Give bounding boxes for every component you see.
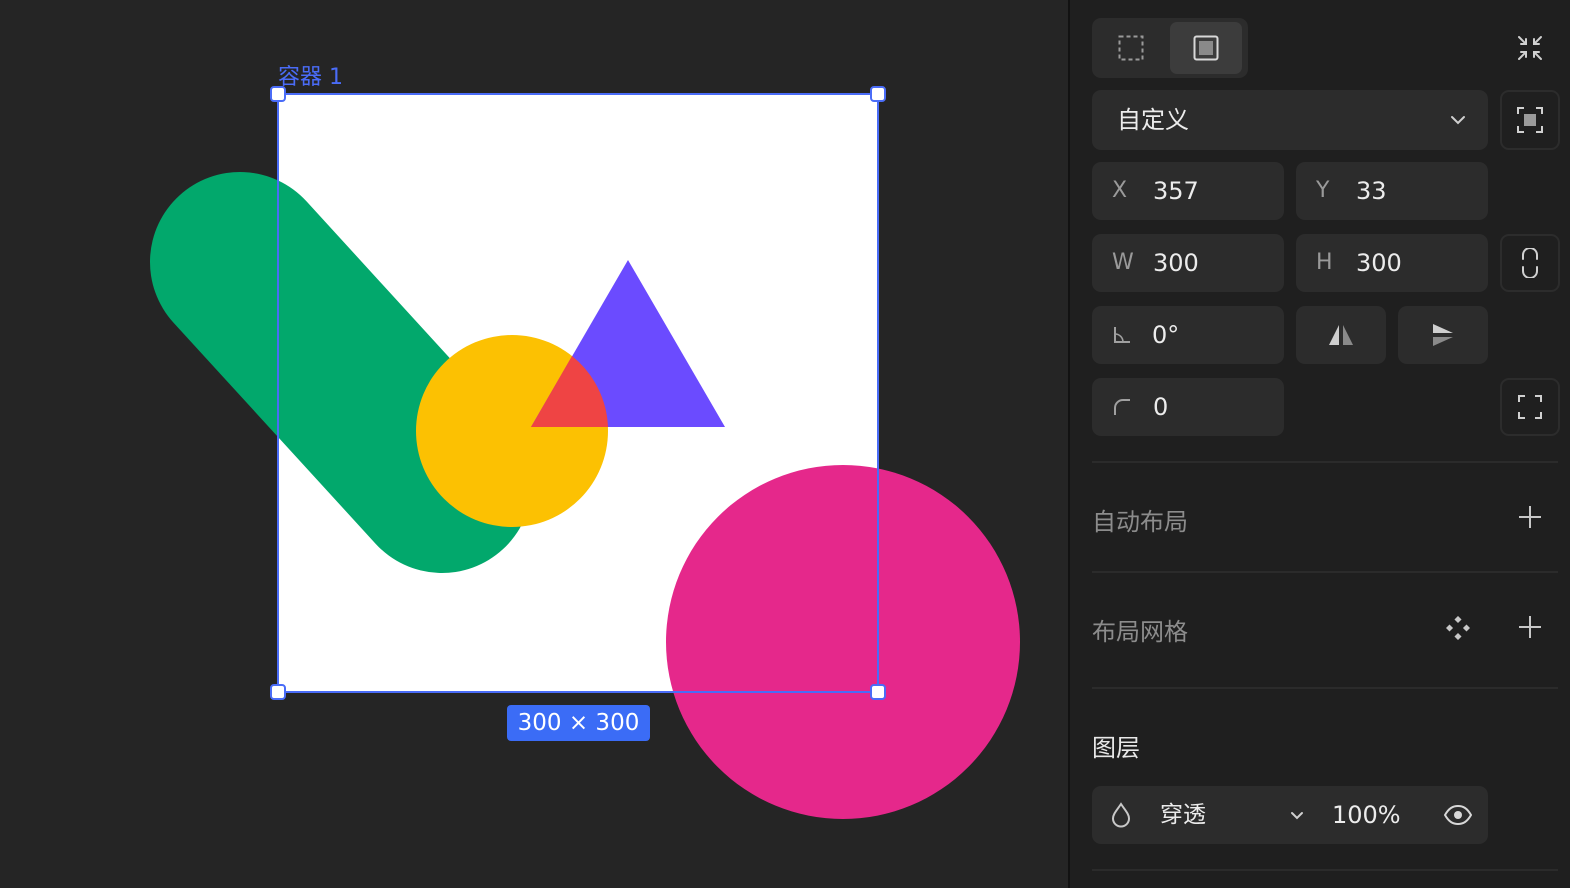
corner-radius-value: 0: [1153, 393, 1169, 421]
dashed-frame-icon: [1118, 35, 1144, 61]
rotation-field[interactable]: 0°: [1092, 306, 1284, 364]
add-layout-grid-icon[interactable]: [1518, 615, 1542, 639]
link-icon: [1522, 248, 1538, 278]
resize-handle-top-right[interactable]: [870, 86, 886, 102]
pink-circle-shape[interactable]: [666, 465, 1020, 819]
corners-icon: [1518, 395, 1542, 419]
section-divider: [1092, 869, 1558, 871]
flip-horizontal-button[interactable]: [1296, 306, 1386, 364]
size-preset-value: 自定义: [1117, 106, 1189, 134]
size-preset-dropdown[interactable]: 自定义: [1092, 90, 1488, 150]
layer-blend-row: 穿透 100%: [1092, 786, 1488, 844]
free-frame-toggle[interactable]: [1096, 22, 1166, 74]
y-value: 33: [1356, 177, 1387, 205]
fixed-frame-toggle[interactable]: [1170, 22, 1242, 74]
height-field[interactable]: H 300: [1296, 234, 1488, 292]
chevron-down-icon: [1451, 116, 1465, 125]
solid-frame-icon: [1193, 35, 1219, 61]
constrain-proportions-button[interactable]: [1500, 234, 1560, 292]
resize-handle-bottom-right[interactable]: [870, 684, 886, 700]
drop-icon: [1111, 802, 1131, 828]
w-label: W: [1112, 250, 1134, 275]
y-label: Y: [1316, 178, 1330, 203]
y-position-field[interactable]: Y 33: [1296, 162, 1488, 220]
layer-section-title: 图层: [1092, 734, 1140, 762]
h-value: 300: [1356, 249, 1402, 277]
blend-mode-dropdown[interactable]: 穿透: [1148, 786, 1318, 844]
grid-styles-icon[interactable]: [1446, 616, 1470, 640]
corner-radius-icon: [1114, 399, 1130, 415]
section-divider: [1092, 461, 1558, 463]
eye-icon[interactable]: [1444, 805, 1472, 825]
fit-content-button[interactable]: [1500, 90, 1560, 150]
layout-grid-title: 布局网格: [1092, 618, 1188, 646]
flip-vertical-button[interactable]: [1398, 306, 1488, 364]
h-label: H: [1316, 250, 1333, 275]
add-auto-layout-icon[interactable]: [1518, 505, 1542, 529]
x-value: 357: [1153, 177, 1199, 205]
section-divider: [1092, 571, 1558, 573]
width-field[interactable]: W 300: [1092, 234, 1284, 292]
rotation-value: 0°: [1152, 321, 1180, 349]
independent-corners-button[interactable]: [1500, 378, 1560, 436]
canvas-artwork: [150, 86, 1020, 819]
properties-panel: 自定义 X 357 Y 33 W 300 H 300 0° 0 自动布局 布局网…: [1068, 0, 1570, 888]
collapse-icon[interactable]: [1516, 34, 1544, 62]
resize-handle-bottom-left[interactable]: [270, 684, 286, 700]
flip-horizontal-icon: [1329, 325, 1353, 345]
layer-opacity-value[interactable]: 100%: [1332, 786, 1401, 844]
corner-radius-field[interactable]: 0: [1092, 378, 1284, 436]
flip-vertical-icon: [1433, 324, 1453, 346]
w-value: 300: [1153, 249, 1199, 277]
x-label: X: [1112, 178, 1128, 203]
x-position-field[interactable]: X 357: [1092, 162, 1284, 220]
fit-frame-icon: [1517, 107, 1543, 133]
chevron-down-icon: [1291, 812, 1303, 820]
frame-name-label[interactable]: 容器 1: [278, 64, 343, 92]
frame-mode-toggle: [1092, 18, 1248, 78]
frame-size-badge: 300 × 300: [507, 705, 650, 741]
blend-mode-value: 穿透: [1160, 802, 1206, 828]
auto-layout-title: 自动布局: [1092, 508, 1188, 536]
angle-icon: [1114, 327, 1130, 343]
design-canvas[interactable]: 容器 1 300 × 300: [0, 0, 1068, 888]
section-divider: [1092, 687, 1558, 689]
